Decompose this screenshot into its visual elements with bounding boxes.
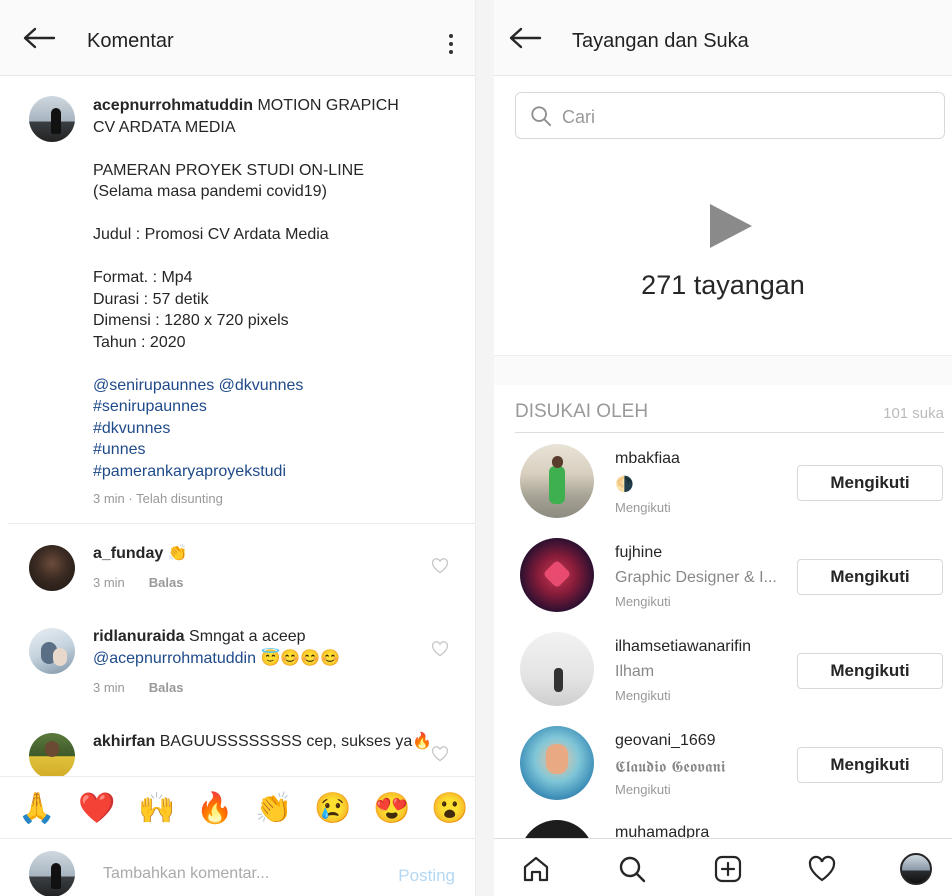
hashtag[interactable]: #pamerankaryaproyekstudi — [93, 463, 286, 480]
hashtag[interactable]: #unnes — [93, 441, 146, 458]
liker-fullname: Ilham — [615, 663, 655, 680]
comments-screen: Komentar acepnurrohmatuddin MOTION GRAPI… — [0, 0, 476, 896]
activity-heart-icon[interactable] — [806, 853, 838, 885]
following-button[interactable]: Mengikuti — [797, 747, 943, 783]
following-button[interactable]: Mengikuti — [797, 465, 943, 501]
screen-gap — [476, 0, 494, 896]
current-user-avatar — [29, 851, 75, 896]
following-button[interactable]: Mengikuti — [797, 653, 943, 689]
emoji-heart-button[interactable]: ❤️ — [78, 791, 115, 827]
back-arrow-icon[interactable] — [508, 26, 542, 50]
liker-username[interactable]: muhamadpra — [615, 824, 709, 838]
liker-row[interactable]: ilhamsetiawanarifin Ilham Mengikuti Meng… — [494, 630, 952, 724]
caption-username[interactable]: acepnurrohmatuddin — [93, 97, 253, 114]
caption-meta: 3 min · Telah disunting — [93, 491, 223, 506]
liker-fullname: Graphic Designer & I... — [615, 569, 777, 586]
back-arrow-icon[interactable] — [22, 26, 56, 50]
comment-item: a_funday 👏 — [93, 545, 188, 562]
liker-fullname: 𝕮𝖑𝖆𝖚𝖉𝖎𝖔 𝕲𝖊𝖔𝖛𝖆𝖓𝖎 — [615, 757, 726, 776]
search-placeholder: Cari — [562, 107, 596, 127]
liker-status: Mengikuti — [615, 688, 671, 703]
liker-row[interactable]: mbakfiaa 🌗 Mengikuti Mengikuti — [494, 442, 952, 536]
liker-fullname: 🌗 — [615, 476, 634, 493]
liker-avatar[interactable] — [520, 444, 594, 518]
comment-username[interactable]: akhirfan — [93, 733, 155, 750]
emoji-raised-hands-button[interactable]: 🙌 — [138, 791, 175, 827]
divider — [515, 432, 944, 433]
profile-avatar-icon[interactable] — [900, 853, 932, 885]
commenter-avatar[interactable] — [29, 733, 75, 779]
search-icon — [531, 106, 552, 127]
post-caption: acepnurrohmatuddin MOTION GRAPICH CV ARDA… — [93, 97, 399, 480]
comment-meta: 3 min Balas — [93, 575, 184, 590]
reply-button[interactable]: Balas — [149, 575, 184, 590]
emoji-clap-button[interactable]: 👏 — [255, 791, 292, 827]
comment-composer: Tambahkan komentar... Posting — [0, 838, 475, 896]
liker-username[interactable]: fujhine — [615, 544, 662, 562]
page-title: Tayangan dan Suka — [572, 30, 749, 52]
liked-by-heading: DISUKAI OLEH — [515, 401, 649, 422]
comments-app-bar: Komentar — [0, 0, 475, 76]
liker-status: Mengikuti — [615, 594, 671, 609]
emoji-surprised-button[interactable]: 😮 — [431, 791, 468, 827]
like-comment-heart-icon[interactable] — [431, 746, 449, 762]
home-icon[interactable] — [520, 853, 552, 885]
search-nav-icon[interactable] — [616, 853, 648, 885]
post-comment-button[interactable]: Posting — [398, 866, 455, 886]
hashtag[interactable]: #dkvunnes — [93, 420, 170, 437]
comment-item: akhirfan BAGUUSSSSSSSS cep, sukses ya🔥 — [93, 733, 433, 750]
bottom-navigation — [494, 838, 952, 896]
emoji-pray-button[interactable]: 🙏 — [18, 791, 55, 827]
liker-username[interactable]: ilhamsetiawanarifin — [615, 638, 751, 656]
like-comment-heart-icon[interactable] — [431, 641, 449, 657]
liker-status: Mengikuti — [615, 500, 671, 515]
commenter-avatar[interactable] — [29, 545, 75, 591]
like-comment-heart-icon[interactable] — [431, 558, 449, 574]
reply-button[interactable]: Balas — [149, 680, 184, 695]
commenter-avatar[interactable] — [29, 628, 75, 674]
comment-username[interactable]: a_funday — [93, 545, 163, 562]
quick-emoji-bar: 🙏 ❤️ 🙌 🔥 👏 😢 😍 😮 — [0, 776, 475, 838]
emoji-heart-eyes-button[interactable]: 😍 — [373, 791, 410, 827]
divider — [8, 523, 475, 524]
caption-mentions[interactable]: @senirupaunnes @dkvunnes — [93, 377, 303, 394]
emoji-crying-button[interactable]: 😢 — [314, 791, 351, 827]
liker-row[interactable]: geovani_1669 𝕮𝖑𝖆𝖚𝖉𝖎𝖔 𝕲𝖊𝖔𝖛𝖆𝖓𝖎 Mengikuti M… — [494, 724, 952, 818]
emoji-fire-button[interactable]: 🔥 — [196, 791, 233, 827]
views-app-bar: Tayangan dan Suka — [494, 0, 952, 76]
liker-avatar[interactable] — [520, 726, 594, 800]
page-title: Komentar — [87, 30, 174, 52]
liker-row[interactable]: muhamadpra — [494, 818, 952, 838]
views-count: 271 tayangan — [641, 270, 805, 300]
views-likes-screen: Tayangan dan Suka Cari 271 tayangan DISU… — [494, 0, 952, 896]
section-separator — [494, 355, 952, 385]
liker-avatar[interactable] — [520, 538, 594, 612]
likes-count: 101 suka — [883, 405, 944, 422]
search-input[interactable]: Cari — [515, 92, 945, 139]
liker-username[interactable]: mbakfiaa — [615, 450, 680, 468]
more-options-icon[interactable] — [449, 34, 453, 58]
comment-mention[interactable]: @acepnurrohmatuddin — [93, 650, 256, 667]
liker-username[interactable]: geovani_1669 — [615, 732, 716, 750]
liker-status: Mengikuti — [615, 782, 671, 797]
comment-username[interactable]: ridlanuraida — [93, 628, 185, 645]
author-avatar[interactable] — [29, 96, 75, 142]
add-post-icon[interactable] — [712, 853, 744, 885]
liker-row[interactable]: fujhine Graphic Designer & I... Mengikut… — [494, 536, 952, 630]
comment-input[interactable]: Tambahkan komentar... — [103, 865, 269, 883]
hashtag[interactable]: #senirupaunnes — [93, 398, 207, 415]
comment-item: ridlanuraida Smngat a aceep @acepnurrohm… — [93, 628, 341, 667]
liker-avatar[interactable] — [520, 820, 594, 838]
following-button[interactable]: Mengikuti — [797, 559, 943, 595]
liker-avatar[interactable] — [520, 632, 594, 706]
play-icon — [710, 204, 752, 248]
comment-meta: 3 min Balas — [93, 680, 184, 695]
